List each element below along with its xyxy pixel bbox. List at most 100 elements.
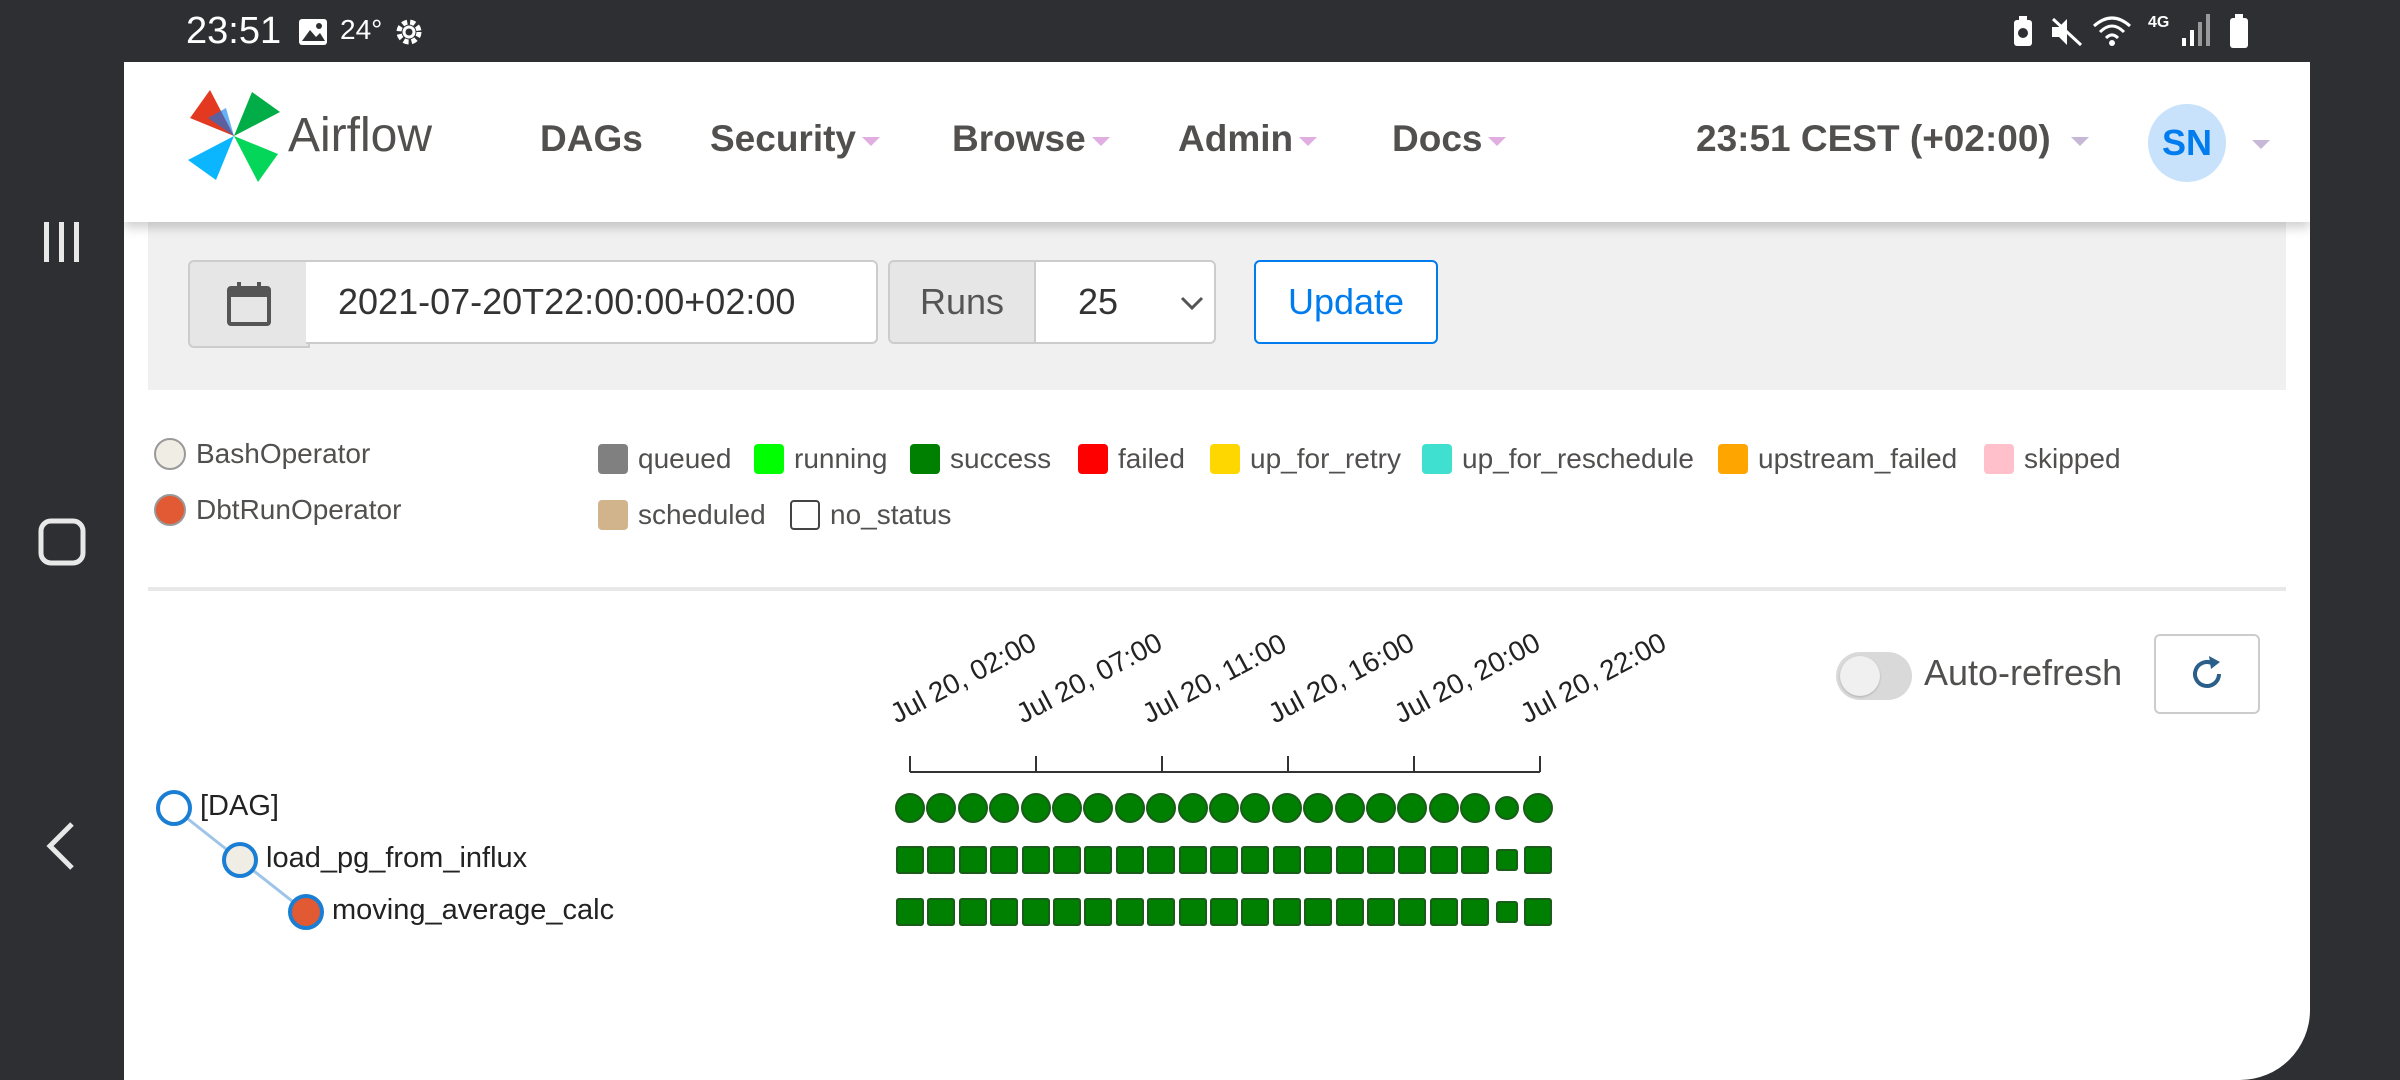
legend-state-running[interactable]: running bbox=[754, 443, 887, 475]
dag-run-circle[interactable] bbox=[1177, 793, 1208, 823]
task-instance-square[interactable] bbox=[896, 898, 924, 926]
nav-dags[interactable]: DAGs bbox=[540, 118, 643, 160]
update-button[interactable]: Update bbox=[1254, 260, 1438, 344]
task-instance-square[interactable] bbox=[1398, 898, 1427, 926]
legend-state-up-for-reschedule[interactable]: up_for_reschedule bbox=[1422, 443, 1694, 475]
dag-run-circle[interactable] bbox=[1494, 796, 1519, 820]
dag-run-circle[interactable] bbox=[1114, 793, 1145, 823]
task-instance-square[interactable] bbox=[1178, 898, 1207, 926]
task-instance-square[interactable] bbox=[1495, 901, 1518, 923]
nav-admin[interactable]: Admin bbox=[1178, 118, 1318, 160]
recent-apps-icon[interactable] bbox=[32, 212, 92, 272]
battery-saver-icon bbox=[2012, 16, 2034, 53]
legend-state-queued[interactable]: queued bbox=[598, 443, 731, 475]
dag-run-circle[interactable] bbox=[1366, 793, 1396, 823]
task-instance-square[interactable] bbox=[927, 846, 956, 874]
task-instance-square[interactable] bbox=[1461, 846, 1490, 874]
legend-state-scheduled[interactable]: scheduled bbox=[598, 499, 766, 531]
task-instance-square[interactable] bbox=[1461, 898, 1490, 926]
task-instance-square[interactable] bbox=[1367, 846, 1395, 874]
task-instance-square[interactable] bbox=[1524, 898, 1552, 926]
task-instance-square[interactable] bbox=[896, 846, 924, 874]
task-instance-square[interactable] bbox=[1021, 898, 1050, 926]
dag-run-circle[interactable] bbox=[1083, 793, 1114, 823]
user-avatar[interactable]: SN bbox=[2148, 104, 2226, 182]
task-instance-square[interactable] bbox=[958, 898, 987, 926]
task-instance-square[interactable] bbox=[1272, 898, 1301, 926]
num-runs-select[interactable]: 25 bbox=[1036, 260, 1216, 344]
dag-run-circle[interactable] bbox=[957, 793, 988, 823]
task-instance-square[interactable] bbox=[1495, 849, 1518, 871]
dag-run-circle[interactable] bbox=[1271, 793, 1302, 823]
task-instance-square[interactable] bbox=[990, 898, 1019, 926]
task-instance-square[interactable] bbox=[1241, 898, 1270, 926]
nav-browse[interactable]: Browse bbox=[952, 118, 1110, 160]
legend-state-up-for-retry[interactable]: up_for_retry bbox=[1210, 443, 1401, 475]
legend-state-skipped[interactable]: skipped bbox=[1984, 443, 2121, 475]
task-instance-square[interactable] bbox=[1335, 898, 1364, 926]
dag-run-circle[interactable] bbox=[1334, 793, 1365, 823]
legend-state-failed[interactable]: failed bbox=[1078, 443, 1185, 475]
dag-run-circle[interactable] bbox=[1052, 793, 1082, 823]
task-instance-square[interactable] bbox=[927, 898, 956, 926]
task-instance-square[interactable] bbox=[1084, 898, 1113, 926]
tree-node-circle[interactable] bbox=[222, 842, 258, 878]
legend-state-success[interactable]: success bbox=[910, 443, 1051, 475]
task-instance-square[interactable] bbox=[1367, 898, 1395, 926]
task-instance-square[interactable] bbox=[1241, 846, 1270, 874]
task-instance-square[interactable] bbox=[1304, 846, 1333, 874]
dag-run-circle[interactable] bbox=[989, 793, 1020, 823]
status-time: 23:51 bbox=[186, 10, 282, 52]
refresh-button[interactable] bbox=[2154, 634, 2260, 714]
task-instance-square[interactable] bbox=[958, 846, 987, 874]
tree-node-label[interactable]: [DAG] bbox=[200, 790, 279, 823]
task-instance-square[interactable] bbox=[1147, 846, 1176, 874]
dag-run-circle[interactable] bbox=[1460, 793, 1491, 823]
dag-run-circle[interactable] bbox=[926, 793, 957, 823]
dag-run-circle[interactable] bbox=[1397, 793, 1428, 823]
calendar-icon[interactable] bbox=[188, 260, 310, 348]
dag-run-circle[interactable] bbox=[1146, 793, 1177, 823]
task-instance-square[interactable] bbox=[1429, 898, 1458, 926]
dag-run-circle[interactable] bbox=[1240, 793, 1271, 823]
task-instance-square[interactable] bbox=[1272, 846, 1301, 874]
dag-run-circle[interactable] bbox=[1428, 793, 1459, 823]
nav-docs[interactable]: Docs bbox=[1392, 118, 1507, 160]
app-name[interactable]: Airflow bbox=[288, 108, 432, 163]
task-instance-square[interactable] bbox=[1178, 846, 1207, 874]
nav-security[interactable]: Security bbox=[710, 118, 881, 160]
dag-run-circle[interactable] bbox=[895, 793, 925, 823]
tree-node-label[interactable]: moving_average_calc bbox=[332, 894, 614, 927]
legend-state-upstream-failed[interactable]: upstream_failed bbox=[1718, 443, 1957, 475]
clock-dropdown[interactable]: 23:51 CEST (+02:00) bbox=[1696, 118, 2089, 160]
back-icon[interactable] bbox=[32, 816, 92, 876]
auto-refresh-toggle[interactable] bbox=[1836, 652, 1912, 700]
task-instance-square[interactable] bbox=[990, 846, 1019, 874]
task-instance-square[interactable] bbox=[1304, 898, 1333, 926]
task-instance-square[interactable] bbox=[1210, 898, 1238, 926]
task-instance-square[interactable] bbox=[1429, 846, 1458, 874]
task-instance-square[interactable] bbox=[1147, 898, 1176, 926]
user-menu-chevron-icon[interactable] bbox=[2252, 140, 2270, 149]
dag-run-circle[interactable] bbox=[1020, 793, 1051, 823]
tree-node-circle[interactable] bbox=[288, 894, 324, 930]
task-instance-square[interactable] bbox=[1084, 846, 1113, 874]
task-instance-square[interactable] bbox=[1524, 846, 1552, 874]
task-instance-square[interactable] bbox=[1021, 846, 1050, 874]
task-instance-square[interactable] bbox=[1335, 846, 1364, 874]
dag-run-circle[interactable] bbox=[1523, 793, 1553, 823]
task-instance-square[interactable] bbox=[1210, 846, 1238, 874]
task-instance-square[interactable] bbox=[1398, 846, 1427, 874]
tree-node-label[interactable]: load_pg_from_influx bbox=[266, 842, 527, 875]
home-icon[interactable] bbox=[32, 512, 92, 572]
task-instance-square[interactable] bbox=[1053, 898, 1081, 926]
dag-run-circle[interactable] bbox=[1303, 793, 1334, 823]
task-instance-square[interactable] bbox=[1115, 846, 1144, 874]
base-date-input[interactable]: 2021-07-20T22:00:00+02:00 bbox=[306, 260, 878, 344]
task-instance-square[interactable] bbox=[1053, 846, 1081, 874]
tree-node-circle[interactable] bbox=[156, 790, 192, 826]
legend-state-no-status[interactable]: no_status bbox=[790, 499, 951, 531]
task-instance-square[interactable] bbox=[1115, 898, 1144, 926]
dag-run-circle[interactable] bbox=[1209, 793, 1239, 823]
airflow-logo-icon[interactable] bbox=[186, 88, 282, 189]
